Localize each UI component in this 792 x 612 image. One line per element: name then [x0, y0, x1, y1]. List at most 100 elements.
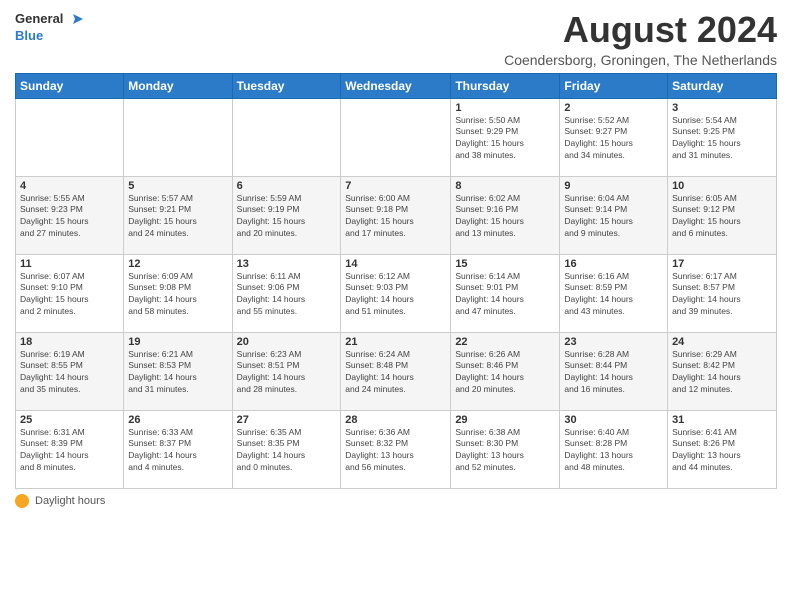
table-cell — [124, 98, 232, 176]
day-info: Sunrise: 6:38 AM Sunset: 8:30 PM Dayligh… — [455, 427, 555, 475]
col-saturday: Saturday — [668, 73, 777, 98]
day-info: Sunrise: 6:26 AM Sunset: 8:46 PM Dayligh… — [455, 349, 555, 397]
day-number: 21 — [345, 336, 446, 348]
day-number: 15 — [455, 258, 555, 270]
table-cell: 24Sunrise: 6:29 AM Sunset: 8:42 PM Dayli… — [668, 332, 777, 410]
subtitle: Coendersborg, Groningen, The Netherlands — [504, 52, 777, 68]
col-tuesday: Tuesday — [232, 73, 341, 98]
day-number: 11 — [20, 258, 119, 270]
col-sunday: Sunday — [16, 73, 124, 98]
table-cell: 16Sunrise: 6:16 AM Sunset: 8:59 PM Dayli… — [560, 254, 668, 332]
day-number: 23 — [564, 336, 663, 348]
table-cell: 4Sunrise: 5:55 AM Sunset: 9:23 PM Daylig… — [16, 176, 124, 254]
day-number: 7 — [345, 180, 446, 192]
day-info: Sunrise: 6:00 AM Sunset: 9:18 PM Dayligh… — [345, 193, 446, 241]
day-info: Sunrise: 6:09 AM Sunset: 9:08 PM Dayligh… — [128, 271, 227, 319]
col-wednesday: Wednesday — [341, 73, 451, 98]
table-cell: 26Sunrise: 6:33 AM Sunset: 8:37 PM Dayli… — [124, 410, 232, 488]
table-cell — [16, 98, 124, 176]
day-info: Sunrise: 6:12 AM Sunset: 9:03 PM Dayligh… — [345, 271, 446, 319]
day-info: Sunrise: 6:19 AM Sunset: 8:55 PM Dayligh… — [20, 349, 119, 397]
day-number: 9 — [564, 180, 663, 192]
table-cell: 23Sunrise: 6:28 AM Sunset: 8:44 PM Dayli… — [560, 332, 668, 410]
day-number: 10 — [672, 180, 772, 192]
day-number: 5 — [128, 180, 227, 192]
day-info: Sunrise: 5:54 AM Sunset: 9:25 PM Dayligh… — [672, 115, 772, 163]
table-cell: 20Sunrise: 6:23 AM Sunset: 8:51 PM Dayli… — [232, 332, 341, 410]
day-info: Sunrise: 5:59 AM Sunset: 9:19 PM Dayligh… — [237, 193, 337, 241]
week-row-3: 11Sunrise: 6:07 AM Sunset: 9:10 PM Dayli… — [16, 254, 777, 332]
table-cell: 9Sunrise: 6:04 AM Sunset: 9:14 PM Daylig… — [560, 176, 668, 254]
page: General Blue August 2024 Coendersborg, G… — [0, 0, 792, 513]
table-cell: 17Sunrise: 6:17 AM Sunset: 8:57 PM Dayli… — [668, 254, 777, 332]
table-cell: 7Sunrise: 6:00 AM Sunset: 9:18 PM Daylig… — [341, 176, 451, 254]
day-number: 24 — [672, 336, 772, 348]
table-cell — [341, 98, 451, 176]
day-info: Sunrise: 6:21 AM Sunset: 8:53 PM Dayligh… — [128, 349, 227, 397]
col-thursday: Thursday — [451, 73, 560, 98]
day-info: Sunrise: 6:24 AM Sunset: 8:48 PM Dayligh… — [345, 349, 446, 397]
table-cell: 27Sunrise: 6:35 AM Sunset: 8:35 PM Dayli… — [232, 410, 341, 488]
table-cell: 31Sunrise: 6:41 AM Sunset: 8:26 PM Dayli… — [668, 410, 777, 488]
day-number: 27 — [237, 414, 337, 426]
day-info: Sunrise: 6:41 AM Sunset: 8:26 PM Dayligh… — [672, 427, 772, 475]
day-info: Sunrise: 6:31 AM Sunset: 8:39 PM Dayligh… — [20, 427, 119, 475]
table-cell: 30Sunrise: 6:40 AM Sunset: 8:28 PM Dayli… — [560, 410, 668, 488]
logo: General Blue — [15, 10, 83, 44]
table-cell: 14Sunrise: 6:12 AM Sunset: 9:03 PM Dayli… — [341, 254, 451, 332]
table-cell: 5Sunrise: 5:57 AM Sunset: 9:21 PM Daylig… — [124, 176, 232, 254]
week-row-5: 25Sunrise: 6:31 AM Sunset: 8:39 PM Dayli… — [16, 410, 777, 488]
day-number: 3 — [672, 102, 772, 114]
day-info: Sunrise: 6:14 AM Sunset: 9:01 PM Dayligh… — [455, 271, 555, 319]
day-info: Sunrise: 6:23 AM Sunset: 8:51 PM Dayligh… — [237, 349, 337, 397]
day-info: Sunrise: 6:36 AM Sunset: 8:32 PM Dayligh… — [345, 427, 446, 475]
day-info: Sunrise: 6:11 AM Sunset: 9:06 PM Dayligh… — [237, 271, 337, 319]
day-number: 14 — [345, 258, 446, 270]
logo-bird — [65, 10, 83, 28]
day-info: Sunrise: 6:33 AM Sunset: 8:37 PM Dayligh… — [128, 427, 227, 475]
day-number: 26 — [128, 414, 227, 426]
day-number: 18 — [20, 336, 119, 348]
day-info: Sunrise: 6:04 AM Sunset: 9:14 PM Dayligh… — [564, 193, 663, 241]
day-number: 1 — [455, 102, 555, 114]
col-friday: Friday — [560, 73, 668, 98]
table-cell: 12Sunrise: 6:09 AM Sunset: 9:08 PM Dayli… — [124, 254, 232, 332]
day-info: Sunrise: 6:29 AM Sunset: 8:42 PM Dayligh… — [672, 349, 772, 397]
table-cell: 3Sunrise: 5:54 AM Sunset: 9:25 PM Daylig… — [668, 98, 777, 176]
calendar-header-row: Sunday Monday Tuesday Wednesday Thursday… — [16, 73, 777, 98]
day-number: 4 — [20, 180, 119, 192]
day-number: 22 — [455, 336, 555, 348]
week-row-4: 18Sunrise: 6:19 AM Sunset: 8:55 PM Dayli… — [16, 332, 777, 410]
day-number: 28 — [345, 414, 446, 426]
day-number: 19 — [128, 336, 227, 348]
day-number: 13 — [237, 258, 337, 270]
logo-general: General — [15, 11, 63, 27]
table-cell: 11Sunrise: 6:07 AM Sunset: 9:10 PM Dayli… — [16, 254, 124, 332]
col-monday: Monday — [124, 73, 232, 98]
day-info: Sunrise: 6:05 AM Sunset: 9:12 PM Dayligh… — [672, 193, 772, 241]
table-cell: 1Sunrise: 5:50 AM Sunset: 9:29 PM Daylig… — [451, 98, 560, 176]
day-number: 8 — [455, 180, 555, 192]
day-number: 31 — [672, 414, 772, 426]
table-cell: 2Sunrise: 5:52 AM Sunset: 9:27 PM Daylig… — [560, 98, 668, 176]
week-row-1: 1Sunrise: 5:50 AM Sunset: 9:29 PM Daylig… — [16, 98, 777, 176]
week-row-2: 4Sunrise: 5:55 AM Sunset: 9:23 PM Daylig… — [16, 176, 777, 254]
table-cell: 13Sunrise: 6:11 AM Sunset: 9:06 PM Dayli… — [232, 254, 341, 332]
footer: Daylight hours — [15, 494, 777, 508]
table-cell: 21Sunrise: 6:24 AM Sunset: 8:48 PM Dayli… — [341, 332, 451, 410]
day-number: 16 — [564, 258, 663, 270]
table-cell: 8Sunrise: 6:02 AM Sunset: 9:16 PM Daylig… — [451, 176, 560, 254]
table-cell — [232, 98, 341, 176]
day-number: 6 — [237, 180, 337, 192]
day-number: 12 — [128, 258, 227, 270]
table-cell: 22Sunrise: 6:26 AM Sunset: 8:46 PM Dayli… — [451, 332, 560, 410]
day-number: 29 — [455, 414, 555, 426]
day-info: Sunrise: 5:50 AM Sunset: 9:29 PM Dayligh… — [455, 115, 555, 163]
day-info: Sunrise: 6:07 AM Sunset: 9:10 PM Dayligh… — [20, 271, 119, 319]
day-info: Sunrise: 6:28 AM Sunset: 8:44 PM Dayligh… — [564, 349, 663, 397]
day-number: 20 — [237, 336, 337, 348]
table-cell: 6Sunrise: 5:59 AM Sunset: 9:19 PM Daylig… — [232, 176, 341, 254]
calendar: Sunday Monday Tuesday Wednesday Thursday… — [15, 73, 777, 489]
sun-icon — [15, 494, 29, 508]
logo-blue: Blue — [15, 28, 43, 44]
